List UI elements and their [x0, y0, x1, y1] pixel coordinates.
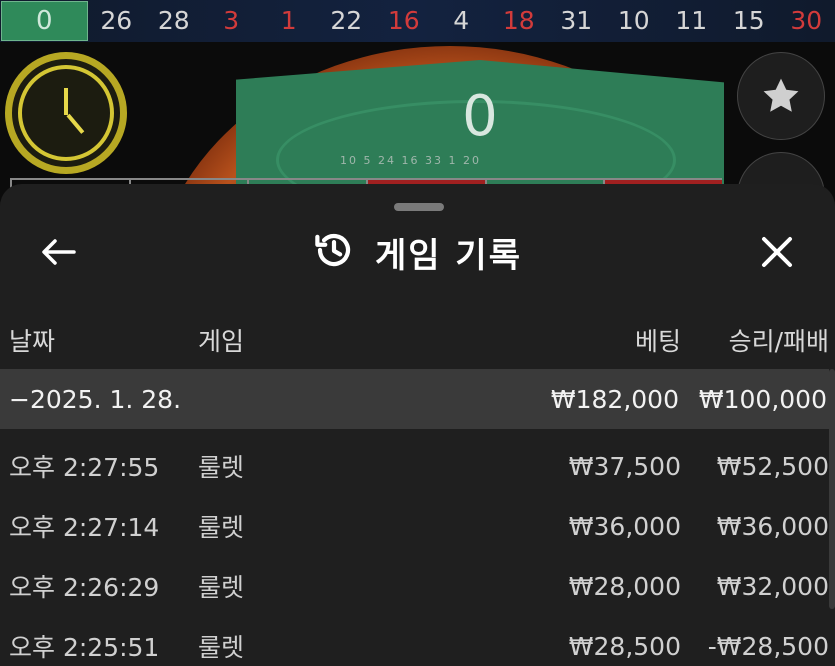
history-number: 3: [223, 6, 240, 35]
history-number: 30: [790, 6, 823, 35]
row-time: 오후 2:26:29: [9, 573, 160, 602]
clock-hand-hour: [64, 88, 68, 115]
row-result: ₩36,000: [716, 511, 829, 541]
row-time: 오후 2:25:51: [9, 633, 160, 662]
clock-icon: [5, 52, 127, 174]
date-group-label: −2025. 1. 28.: [9, 384, 182, 414]
history-row[interactable]: 오후 2:25:51 룰렛 ₩28,500 -₩28,500: [0, 617, 835, 666]
result-display: 0: [462, 84, 498, 149]
row-bet: ₩28,500: [568, 631, 681, 661]
row-game: 룰렛: [198, 453, 245, 482]
history-number: 15: [732, 6, 765, 35]
table-header: 날짜 게임 베팅 승리/패배: [0, 318, 835, 362]
column-header-win-loss: 승리/패배: [728, 327, 829, 356]
drag-handle[interactable]: [394, 203, 444, 211]
history-icon: [313, 229, 355, 275]
history-row[interactable]: 오후 2:27:55 룰렛 ₩37,500 ₩52,500: [0, 437, 835, 495]
history-number: 22: [330, 6, 363, 35]
timer-ring: [18, 65, 114, 161]
history-number: 11: [675, 6, 708, 35]
close-icon: [762, 237, 792, 267]
wheel-numbers: 10 5 24 16 33 1 20: [340, 154, 481, 167]
star-icon: [763, 78, 799, 112]
column-header-bet: 베팅: [634, 327, 681, 356]
sheet-header: 게임 기록: [0, 228, 835, 276]
date-group-win-total: ₩100,000: [698, 384, 827, 414]
history-number: 16: [387, 6, 420, 35]
row-result: ₩32,000: [716, 571, 829, 601]
favorite-button[interactable]: [737, 52, 825, 140]
history-number: 1: [280, 6, 297, 35]
history-number: 4: [453, 6, 470, 35]
row-time: 오후 2:27:14: [9, 513, 160, 542]
history-number: 26: [100, 6, 133, 35]
history-number: 28: [157, 6, 190, 35]
history-zero: 0: [1, 1, 88, 41]
game-history-sheet: 게임 기록 날짜 게임 베팅 승리/패배 −2025. 1. 28. ₩182,…: [0, 184, 835, 666]
clock-hand-minute: [66, 113, 85, 134]
row-bet: ₩28,000: [568, 571, 681, 601]
column-header-game: 게임: [198, 327, 245, 356]
row-result: ₩52,500: [716, 451, 829, 481]
row-game: 룰렛: [198, 513, 245, 542]
row-bet: ₩37,500: [568, 451, 681, 481]
date-group-bet-total: ₩182,000: [550, 384, 679, 414]
history-number: 10: [617, 6, 650, 35]
row-result: -₩28,500: [707, 631, 829, 661]
date-group-row[interactable]: −2025. 1. 28. ₩182,000 ₩100,000: [0, 369, 829, 429]
column-header-date: 날짜: [9, 327, 56, 356]
row-bet: ₩36,000: [568, 511, 681, 541]
sheet-title: 게임 기록: [375, 235, 522, 276]
row-game: 룰렛: [198, 573, 245, 602]
row-game: 룰렛: [198, 633, 245, 662]
history-row[interactable]: 오후 2:26:29 룰렛 ₩28,000 ₩32,000: [0, 557, 835, 615]
number-history-bar: 0 26 28 3 1 22 16 4 18 31 10 11 15 30: [0, 0, 835, 42]
close-button[interactable]: [756, 232, 798, 272]
history-number-list: 26 28 3 1 22 16 4 18 31 10 11 15 30: [88, 1, 835, 41]
history-row[interactable]: 오후 2:27:14 룰렛 ₩36,000 ₩36,000: [0, 497, 835, 555]
history-number: 18: [502, 6, 535, 35]
row-time: 오후 2:27:55: [9, 453, 160, 482]
history-number: 31: [560, 6, 593, 35]
game-view: 0 10 5 24 16 33 1 20 +: [0, 42, 835, 202]
